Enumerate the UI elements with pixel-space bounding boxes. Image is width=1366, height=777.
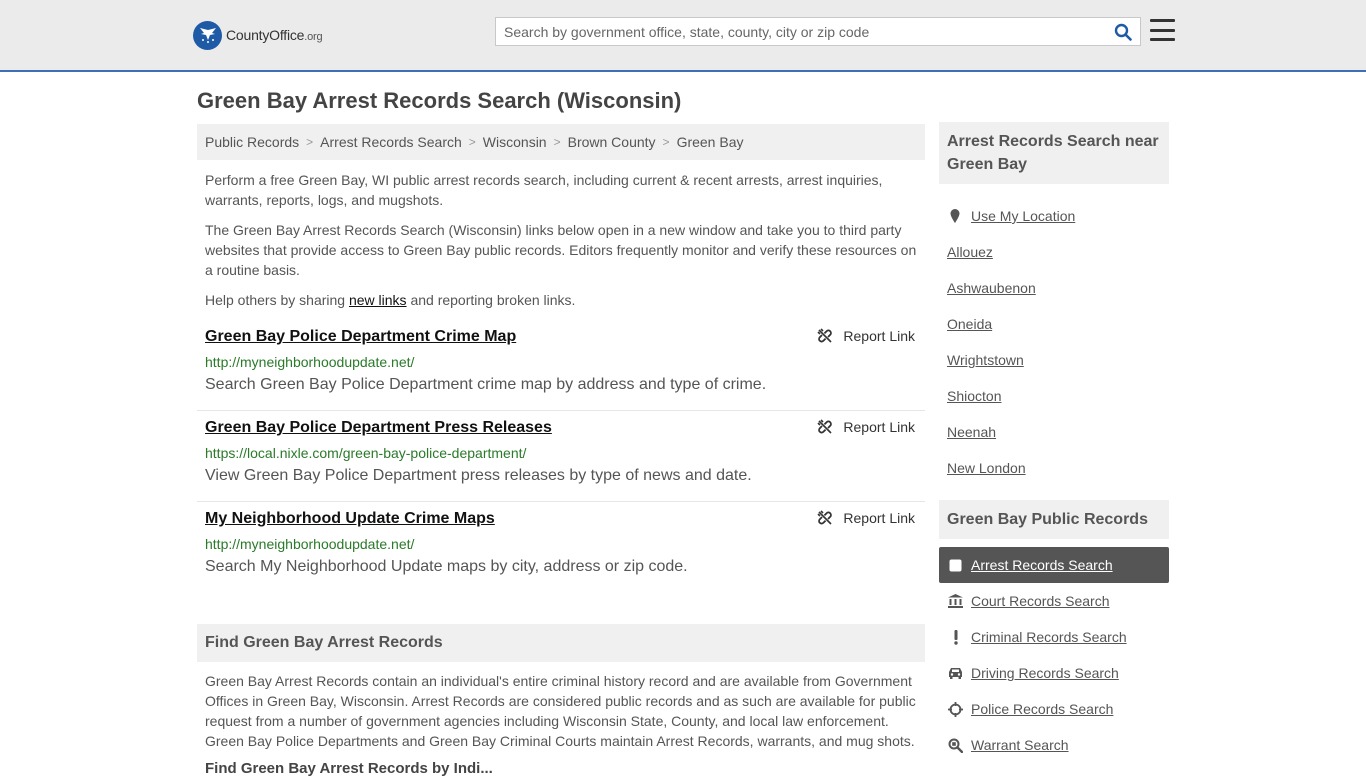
list-item: New London [947, 450, 1075, 486]
breadcrumb: Public Records > Arrest Records Search >… [197, 124, 925, 160]
top-header: CountyOffice.org [0, 0, 1366, 72]
sidebar-item-court-records[interactable]: Court Records Search [939, 583, 1169, 619]
sidebar-item-arrest-records[interactable]: Arrest Records Search [939, 547, 1169, 583]
nearby-place-link[interactable]: New London [947, 460, 1026, 476]
result-item: Green Bay Police Department Crime Map ht… [197, 320, 925, 411]
intro-paragraph-3: Help others by sharing new links and rep… [205, 290, 920, 310]
find-records-heading: Find Green Bay Arrest Records [197, 624, 925, 662]
sidebar-item-label[interactable]: Warrant Search [971, 737, 1069, 753]
nearby-place-link[interactable]: Allouez [947, 244, 993, 260]
report-link-button[interactable]: Report Link [817, 510, 915, 526]
search-icon [1114, 23, 1132, 41]
result-url: http://myneighborhoodupdate.net/ [205, 536, 415, 552]
result-item: Green Bay Police Department Press Releas… [197, 411, 925, 502]
list-item: Ashwaubenon [947, 270, 1075, 306]
share-text-after: and reporting broken links. [406, 292, 576, 308]
hamburger-menu-icon[interactable] [1150, 19, 1175, 41]
list-item: Allouez [947, 234, 1075, 270]
page-title: Green Bay Arrest Records Search (Wiscons… [197, 88, 682, 113]
nearby-place-link[interactable]: Ashwaubenon [947, 280, 1036, 296]
magnify-icon [948, 738, 963, 753]
intro-paragraph-2: The Green Bay Arrest Records Search (Wis… [205, 222, 917, 278]
nearby-place-link[interactable]: Shiocton [947, 388, 1001, 404]
courthouse-icon [948, 594, 963, 609]
search-bar [495, 17, 1141, 46]
logo-text: CountyOffice.org [226, 27, 323, 43]
logo-text-main: CountyOffice [226, 27, 305, 43]
breadcrumb-green-bay[interactable]: Green Bay [677, 134, 744, 150]
nearby-heading: Arrest Records Search near Green Bay [939, 122, 1169, 184]
nearby-list: Use My Location Allouez Ashwaubenon Onei… [947, 198, 1075, 486]
result-url: https://local.nixle.com/green-bay-police… [205, 445, 527, 461]
result-title-link[interactable]: Green Bay Police Department Press Releas… [205, 419, 552, 437]
next-section-heading: Find Green Bay Arrest Records by Indi... [205, 760, 493, 777]
logo-text-suffix: .org [304, 31, 323, 43]
square-icon [948, 558, 963, 573]
result-url: http://myneighborhoodupdate.net/ [205, 354, 415, 370]
result-title-link[interactable]: Green Bay Police Department Crime Map [205, 328, 516, 346]
map-pin-icon [950, 209, 960, 223]
nearby-place-link[interactable]: Wrightstown [947, 352, 1024, 368]
breadcrumb-separator-icon: > [468, 135, 476, 149]
site-logo[interactable]: CountyOffice.org [193, 20, 323, 50]
crosshair-icon [948, 701, 963, 717]
logo-eagle-icon [193, 20, 222, 50]
breadcrumb-wisconsin[interactable]: Wisconsin [483, 134, 547, 150]
use-my-location-link[interactable]: Use My Location [971, 208, 1075, 224]
exclamation-icon [948, 629, 963, 645]
sidebar-item-warrant-search[interactable]: Warrant Search [939, 727, 1169, 763]
result-description: View Green Bay Police Department press r… [205, 467, 752, 484]
sidebar-item-police-records[interactable]: Police Records Search [939, 691, 1169, 727]
broken-link-icon [817, 328, 833, 343]
sidebar-item-driving-records[interactable]: Driving Records Search [939, 655, 1169, 691]
search-input[interactable] [496, 18, 1106, 45]
sidebar-item-criminal-records[interactable]: Criminal Records Search [939, 619, 1169, 655]
breadcrumb-arrest-records-search[interactable]: Arrest Records Search [320, 134, 462, 150]
nearby-place-link[interactable]: Neenah [947, 424, 996, 440]
report-link-label: Report Link [843, 328, 915, 344]
report-link-button[interactable]: Report Link [817, 419, 915, 435]
list-item: Neenah [947, 414, 1075, 450]
sidebar-item-label[interactable]: Police Records Search [971, 701, 1113, 717]
use-location-item: Use My Location [947, 198, 1075, 234]
breadcrumb-brown-county[interactable]: Brown County [568, 134, 656, 150]
list-item: Shiocton [947, 378, 1075, 414]
nearby-place-link[interactable]: Oneida [947, 316, 992, 332]
broken-link-icon [817, 419, 833, 434]
breadcrumb-separator-icon: > [553, 135, 561, 149]
public-records-heading: Green Bay Public Records [939, 500, 1169, 539]
new-links-link[interactable]: new links [349, 292, 407, 308]
car-icon [948, 666, 963, 681]
list-item: Wrightstown [947, 342, 1075, 378]
sidebar-item-label[interactable]: Criminal Records Search [971, 629, 1127, 645]
breadcrumb-public-records[interactable]: Public Records [205, 134, 299, 150]
result-description: Search My Neighborhood Update maps by ci… [205, 558, 688, 575]
intro-paragraph-1: Perform a free Green Bay, WI public arre… [205, 172, 883, 208]
report-link-label: Report Link [843, 510, 915, 526]
find-records-body: Green Bay Arrest Records contain an indi… [205, 673, 916, 749]
search-button[interactable] [1106, 18, 1140, 45]
sidebar-item-label[interactable]: Driving Records Search [971, 665, 1119, 681]
result-description: Search Green Bay Police Department crime… [205, 376, 767, 393]
result-title-link[interactable]: My Neighborhood Update Crime Maps [205, 510, 495, 528]
broken-link-icon [817, 510, 833, 525]
sidebar-item-label[interactable]: Arrest Records Search [971, 557, 1113, 573]
breadcrumb-separator-icon: > [662, 135, 670, 149]
breadcrumb-separator-icon: > [306, 135, 314, 149]
report-link-button[interactable]: Report Link [817, 328, 915, 344]
share-text-before: Help others by sharing [205, 292, 349, 308]
sidebar-item-label[interactable]: Court Records Search [971, 593, 1110, 609]
list-item: Oneida [947, 306, 1075, 342]
report-link-label: Report Link [843, 419, 915, 435]
result-item: My Neighborhood Update Crime Maps http:/… [197, 502, 925, 593]
